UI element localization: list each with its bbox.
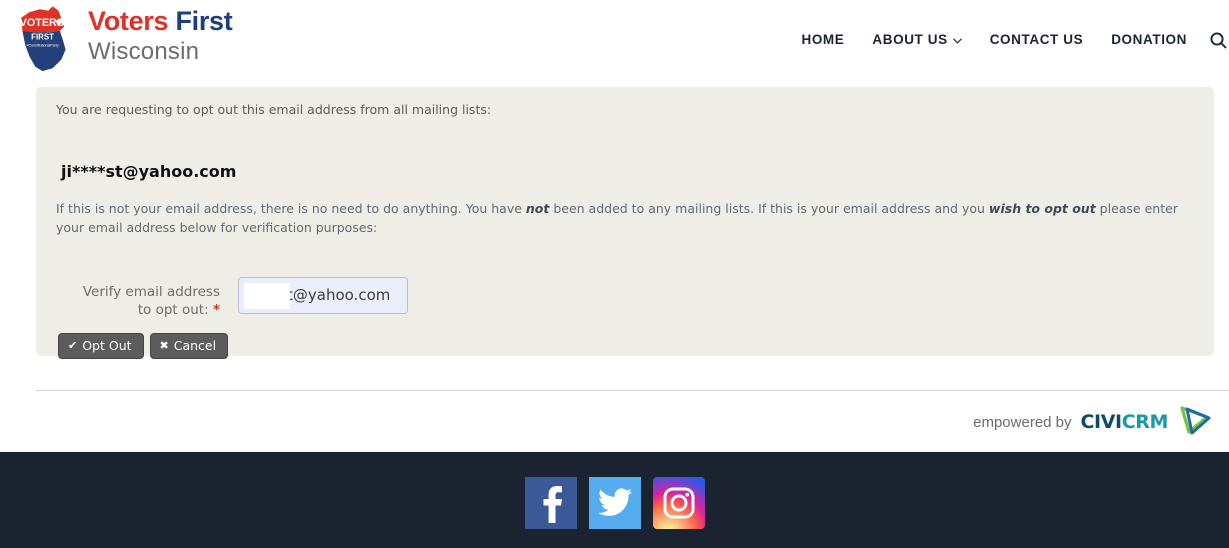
required-asterisk: * [212,301,220,318]
nav-label-contact-us: CONTACT US [989,32,1084,47]
brand-text: Voters First Wisconsin [88,6,233,68]
close-icon: ✖ [159,338,169,352]
nav-item-contact-us[interactable]: CONTACT US [976,32,1098,47]
nav-label-about-us: ABOUT US [872,32,948,47]
verify-email-label-line2: to opt out: [137,301,209,318]
description-emphasis-not: not [525,200,550,216]
cancel-button-label: Cancel [173,337,217,353]
verify-email-input-value: t@yahoo.com [287,286,391,304]
svg-text:FIRST: FIRST [31,32,54,41]
check-icon: ✔ [68,338,78,352]
content-divider [36,390,1229,391]
civicrm-wordmark-crm: CRM [1121,411,1169,433]
svg-text:#ConstitutionalParty: #ConstitutionalParty [26,44,58,48]
description-part-2: been added to any mailing lists. If this… [549,200,989,216]
social-links [524,477,705,529]
nav-label-donation: DONATION [1111,32,1187,47]
content-area: You are requesting to opt out this email… [0,79,1229,452]
verify-email-label-line1: Verify email address [82,283,220,300]
verify-email-input[interactable]: t@yahoo.com [238,276,408,314]
brand-subtitle: Wisconsin [88,38,200,65]
description-emphasis-opt-out: wish to opt out [988,200,1096,216]
nav-label-home: HOME [801,32,845,47]
opt-out-panel: You are requesting to opt out this email… [36,87,1214,359]
twitter-icon[interactable] [588,477,641,529]
description-part-1: If this is not your email address, there… [56,200,526,216]
civicrm-credit-prefix: empowered by [973,413,1072,431]
civicrm-triangle-logo [1177,404,1211,440]
main-navigation: HOME ABOUT US CONTACT US DONATION [787,0,1229,79]
opt-out-button-label: Opt Out [82,337,132,353]
brand-word-voters: Voters [88,6,169,36]
civicrm-wordmark-civi: CIVI [1080,411,1123,433]
wisconsin-state-logo: VOTERS FIRST #ConstitutionalParty [8,2,80,74]
nav-item-donation[interactable]: DONATION [1097,32,1201,47]
nav-item-about-us[interactable]: ABOUT US [858,32,975,47]
site-brand[interactable]: VOTERS FIRST #ConstitutionalParty Voters… [8,2,233,74]
redaction-overlay [244,282,290,309]
site-header: VOTERS FIRST #ConstitutionalParty Voters… [0,0,1229,79]
civicrm-wordmark: CIVICRM [1080,411,1169,433]
cancel-button[interactable]: ✖ Cancel [149,332,229,359]
verify-email-form-row: Verify email address to opt out: * t@yah… [56,276,1194,319]
lead-text: You are requesting to opt out this email… [56,102,492,117]
masked-email-display: ji****st@yahoo.com [61,161,237,181]
facebook-icon[interactable] [524,477,577,529]
civicrm-credit[interactable]: empowered by CIVICRM [973,404,1211,440]
verify-email-label: Verify email address to opt out: * [70,277,220,319]
brand-word-first: First [175,6,233,36]
form-button-row: ✔ Opt Out ✖ Cancel [58,332,1194,359]
site-footer [0,452,1229,548]
opt-out-button[interactable]: ✔ Opt Out [58,332,144,359]
description-text: If this is not your email address, there… [56,199,1194,238]
search-icon[interactable] [1201,31,1229,49]
chevron-down-icon [952,36,962,46]
nav-item-home[interactable]: HOME [787,32,858,47]
instagram-icon[interactable] [652,477,705,529]
